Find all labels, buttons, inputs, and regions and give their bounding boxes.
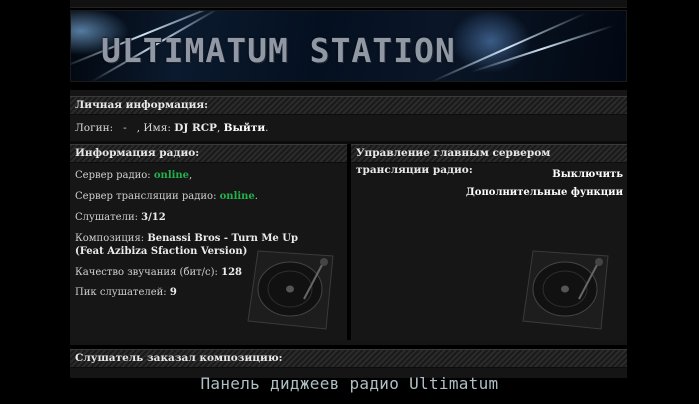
login-label: Логин: xyxy=(75,122,114,134)
banner-title: ULTIMATUM STATION xyxy=(101,31,456,70)
server-status: online xyxy=(153,170,190,181)
info-columns: Информация радио: Сервер радио: online, … xyxy=(70,144,627,340)
song-request-header: Слушатель заказал композицию: xyxy=(70,349,627,368)
server-status-line: Сервер радио: online, xyxy=(75,170,193,181)
radio-info-panel: Информация радио: Сервер радио: online, … xyxy=(70,144,347,340)
site-banner: ULTIMATUM STATION xyxy=(70,10,627,82)
top-bar xyxy=(70,0,627,8)
peak-listeners-line: Пик слушателей: 9 xyxy=(75,287,177,298)
radio-info-header: Информация радио: xyxy=(70,144,347,163)
quality-line: Качество звучания (бит/с): 128 xyxy=(75,267,242,278)
quality-value: 128 xyxy=(221,267,242,278)
listeners-line: Слушатели: 3/12 xyxy=(75,212,166,223)
turntable-icon xyxy=(522,250,609,330)
personal-info-header: Личная информация: xyxy=(70,96,627,115)
main-container: ULTIMATUM STATION Личная информация: Лог… xyxy=(70,0,627,378)
turn-off-link[interactable]: Выключить xyxy=(552,169,623,180)
stream-status-line: Сервер трансляции радио: online. xyxy=(75,191,258,202)
personal-info-row: Логин: - , Имя: DJ RCP, Выйти. xyxy=(70,115,627,144)
footer-caption: Панель диджеев радио Ultimatum xyxy=(200,374,499,393)
peak-listeners-value: 9 xyxy=(169,287,177,298)
name-value: DJ RCP xyxy=(174,122,217,134)
server-control-header: Управление главным сервером трансляции р… xyxy=(351,144,627,176)
server-control-panel: Управление главным сервером трансляции р… xyxy=(351,144,627,340)
extra-functions-link[interactable]: Дополнительные функции xyxy=(466,187,623,198)
stream-status: online xyxy=(219,191,255,202)
track-line: Композиция: Benassi Bros - Turn Me Up (F… xyxy=(75,233,298,257)
name-label: , Имя: xyxy=(136,122,171,134)
login-value: - xyxy=(123,122,127,134)
logout-link[interactable]: Выйти xyxy=(224,122,265,134)
listeners-value: 3/12 xyxy=(141,212,166,223)
